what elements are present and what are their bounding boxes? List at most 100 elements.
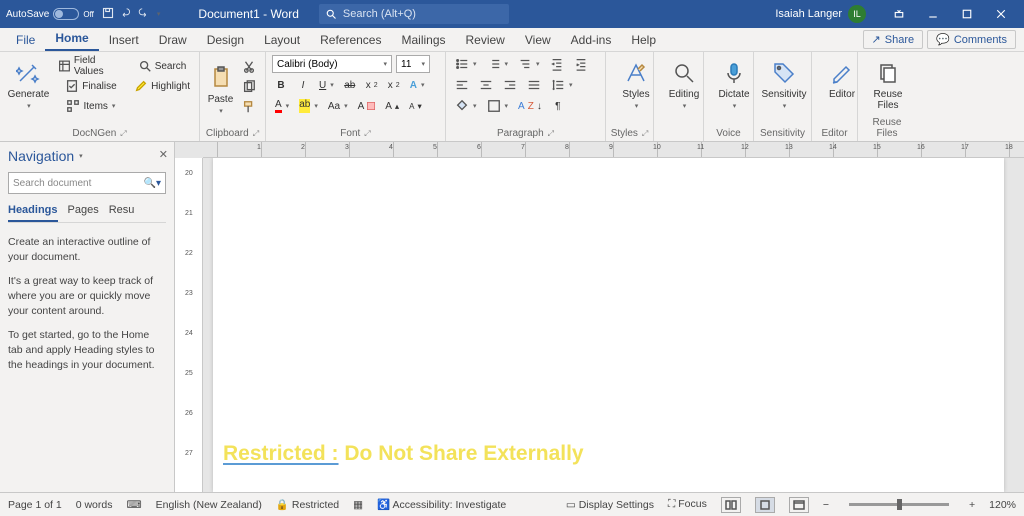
field-values-button[interactable]: Field Values (55, 57, 127, 75)
editing-button[interactable]: Editing▾ (660, 55, 708, 110)
reuse-files-button[interactable]: Reuse Files (864, 55, 912, 111)
strikethrough-button[interactable]: ab (341, 76, 359, 94)
text-predictions-icon[interactable]: ⌨ (126, 499, 141, 511)
zoom-out-button[interactable]: − (823, 499, 829, 511)
nav-search-input[interactable]: Search document 🔍▾ (8, 172, 166, 194)
superscript-button[interactable]: x2 (385, 76, 403, 94)
word-count[interactable]: 0 words (76, 499, 113, 511)
underline-button[interactable]: U▾ (316, 76, 337, 94)
shading-button[interactable]: ▾ (452, 97, 480, 115)
items-button[interactable]: Items▾ (55, 97, 127, 115)
font-color-button[interactable]: A▾ (272, 97, 292, 115)
multilevel-list-button[interactable]: ▾ (515, 55, 543, 73)
text-highlight-button[interactable]: ab▾ (296, 97, 321, 115)
tab-references[interactable]: References (310, 29, 391, 51)
change-case-button[interactable]: Aa▾ (325, 97, 351, 115)
dialog-launcher-icon[interactable]: ⤢ (253, 129, 259, 139)
sensitivity-button[interactable]: Sensitivity▾ (760, 55, 808, 110)
undo-icon[interactable] (120, 7, 132, 22)
zoom-slider[interactable] (849, 503, 949, 506)
comments-button[interactable]: 💬Comments (927, 30, 1016, 49)
sort-button[interactable]: AZ↓ (515, 97, 545, 115)
bullets-button[interactable]: ▾ (452, 55, 480, 73)
font-name-combo[interactable]: Calibri (Body)▾ (272, 55, 392, 73)
highlight-button[interactable]: Highlight (131, 77, 193, 95)
grow-font-button[interactable]: A▴ (382, 97, 402, 115)
page-number[interactable]: Page 1 of 1 (8, 499, 62, 511)
finalise-button[interactable]: Finalise (55, 77, 127, 95)
shrink-font-button[interactable]: A▾ (406, 97, 425, 115)
dialog-launcher-icon[interactable]: ⤢ (364, 129, 370, 139)
display-settings-button[interactable]: ▭ Display Settings (566, 499, 654, 511)
display-settings-label: Display Settings (579, 499, 654, 511)
tab-design[interactable]: Design (197, 29, 254, 51)
font-size-combo[interactable]: 11▾ (396, 55, 430, 73)
generate-button[interactable]: Generate▾ (6, 55, 51, 110)
paste-button[interactable]: Paste▾ (206, 60, 235, 115)
minimize-button[interactable] (916, 0, 950, 28)
user-account[interactable]: Isaiah Langer IL (775, 5, 866, 23)
cut-button[interactable] (239, 58, 259, 76)
vertical-ruler[interactable]: 2021222324252627 (175, 158, 203, 492)
dialog-launcher-icon[interactable]: ⤢ (548, 129, 554, 139)
horizontal-ruler[interactable]: 12345678910111213141516171819 (203, 142, 1024, 158)
tab-file[interactable]: File (6, 29, 45, 51)
show-marks-button[interactable]: ¶ (549, 97, 567, 115)
numbering-button[interactable]: ▾ (484, 55, 512, 73)
line-spacing-button[interactable]: ▾ (548, 76, 576, 94)
tab-layout[interactable]: Layout (254, 29, 310, 51)
view-read-mode[interactable] (721, 497, 741, 513)
view-web-layout[interactable] (789, 497, 809, 513)
borders-button[interactable]: ▾ (484, 97, 512, 115)
nav-tab-headings[interactable]: Headings (8, 204, 58, 222)
view-print-layout[interactable] (755, 497, 775, 513)
align-right-button[interactable] (500, 76, 520, 94)
tab-help[interactable]: Help (621, 29, 666, 51)
nav-tab-results[interactable]: Resu (109, 204, 135, 222)
tab-insert[interactable]: Insert (99, 29, 149, 51)
zoom-level[interactable]: 120% (989, 499, 1016, 511)
subscript-button[interactable]: x2 (363, 76, 381, 94)
tab-addins[interactable]: Add-ins (561, 29, 622, 51)
chevron-down-icon[interactable]: ▾ (79, 152, 83, 160)
bold-button[interactable]: B (272, 76, 290, 94)
close-button[interactable] (984, 0, 1018, 28)
accessibility-indicator[interactable]: ♿ Accessibility: Investigate (377, 498, 506, 511)
styles-button[interactable]: Styles▾ (612, 55, 660, 110)
zoom-in-button[interactable]: + (969, 499, 975, 511)
focus-button[interactable]: ⛶ Focus (668, 498, 707, 511)
align-center-button[interactable] (476, 76, 496, 94)
dialog-launcher-icon[interactable]: ⤢ (642, 129, 648, 139)
save-icon[interactable] (102, 7, 114, 22)
justify-button[interactable] (524, 76, 544, 94)
clear-formatting-button[interactable]: A (355, 97, 379, 115)
tab-mailings[interactable]: Mailings (391, 29, 455, 51)
redo-icon[interactable] (138, 7, 150, 22)
tab-draw[interactable]: Draw (149, 29, 197, 51)
decrease-indent-button[interactable] (547, 55, 567, 73)
tab-review[interactable]: Review (456, 29, 515, 51)
ribbon-options-button[interactable] (882, 0, 916, 28)
macros-icon[interactable]: ▦ (353, 499, 363, 511)
nav-tab-pages[interactable]: Pages (68, 204, 99, 222)
format-painter-button[interactable] (239, 98, 259, 116)
search-box[interactable]: Search (Alt+Q) (319, 4, 509, 24)
document-page[interactable]: Restricted : Do Not Share Externally (213, 158, 1004, 492)
qat-dropdown-icon[interactable]: ▾ (157, 10, 161, 18)
tab-home[interactable]: Home (45, 27, 98, 51)
tab-view[interactable]: View (515, 29, 561, 51)
text-effects-button[interactable]: A▾ (407, 76, 428, 94)
docngen-search-button[interactable]: Search (131, 57, 193, 75)
increase-indent-button[interactable] (571, 55, 591, 73)
restricted-indicator[interactable]: 🔒 Restricted (276, 498, 339, 511)
share-button[interactable]: ↗Share (863, 30, 924, 49)
dictate-button[interactable]: Dictate▾ (710, 55, 758, 110)
align-left-button[interactable] (452, 76, 472, 94)
italic-button[interactable]: I (294, 76, 312, 94)
close-pane-button[interactable]: ✕ (159, 148, 168, 161)
copy-button[interactable] (239, 78, 259, 96)
dialog-launcher-icon[interactable]: ⤢ (120, 129, 126, 139)
autosave-toggle[interactable]: AutoSave Off (6, 8, 94, 20)
language-indicator[interactable]: English (New Zealand) (156, 499, 262, 511)
maximize-button[interactable] (950, 0, 984, 28)
